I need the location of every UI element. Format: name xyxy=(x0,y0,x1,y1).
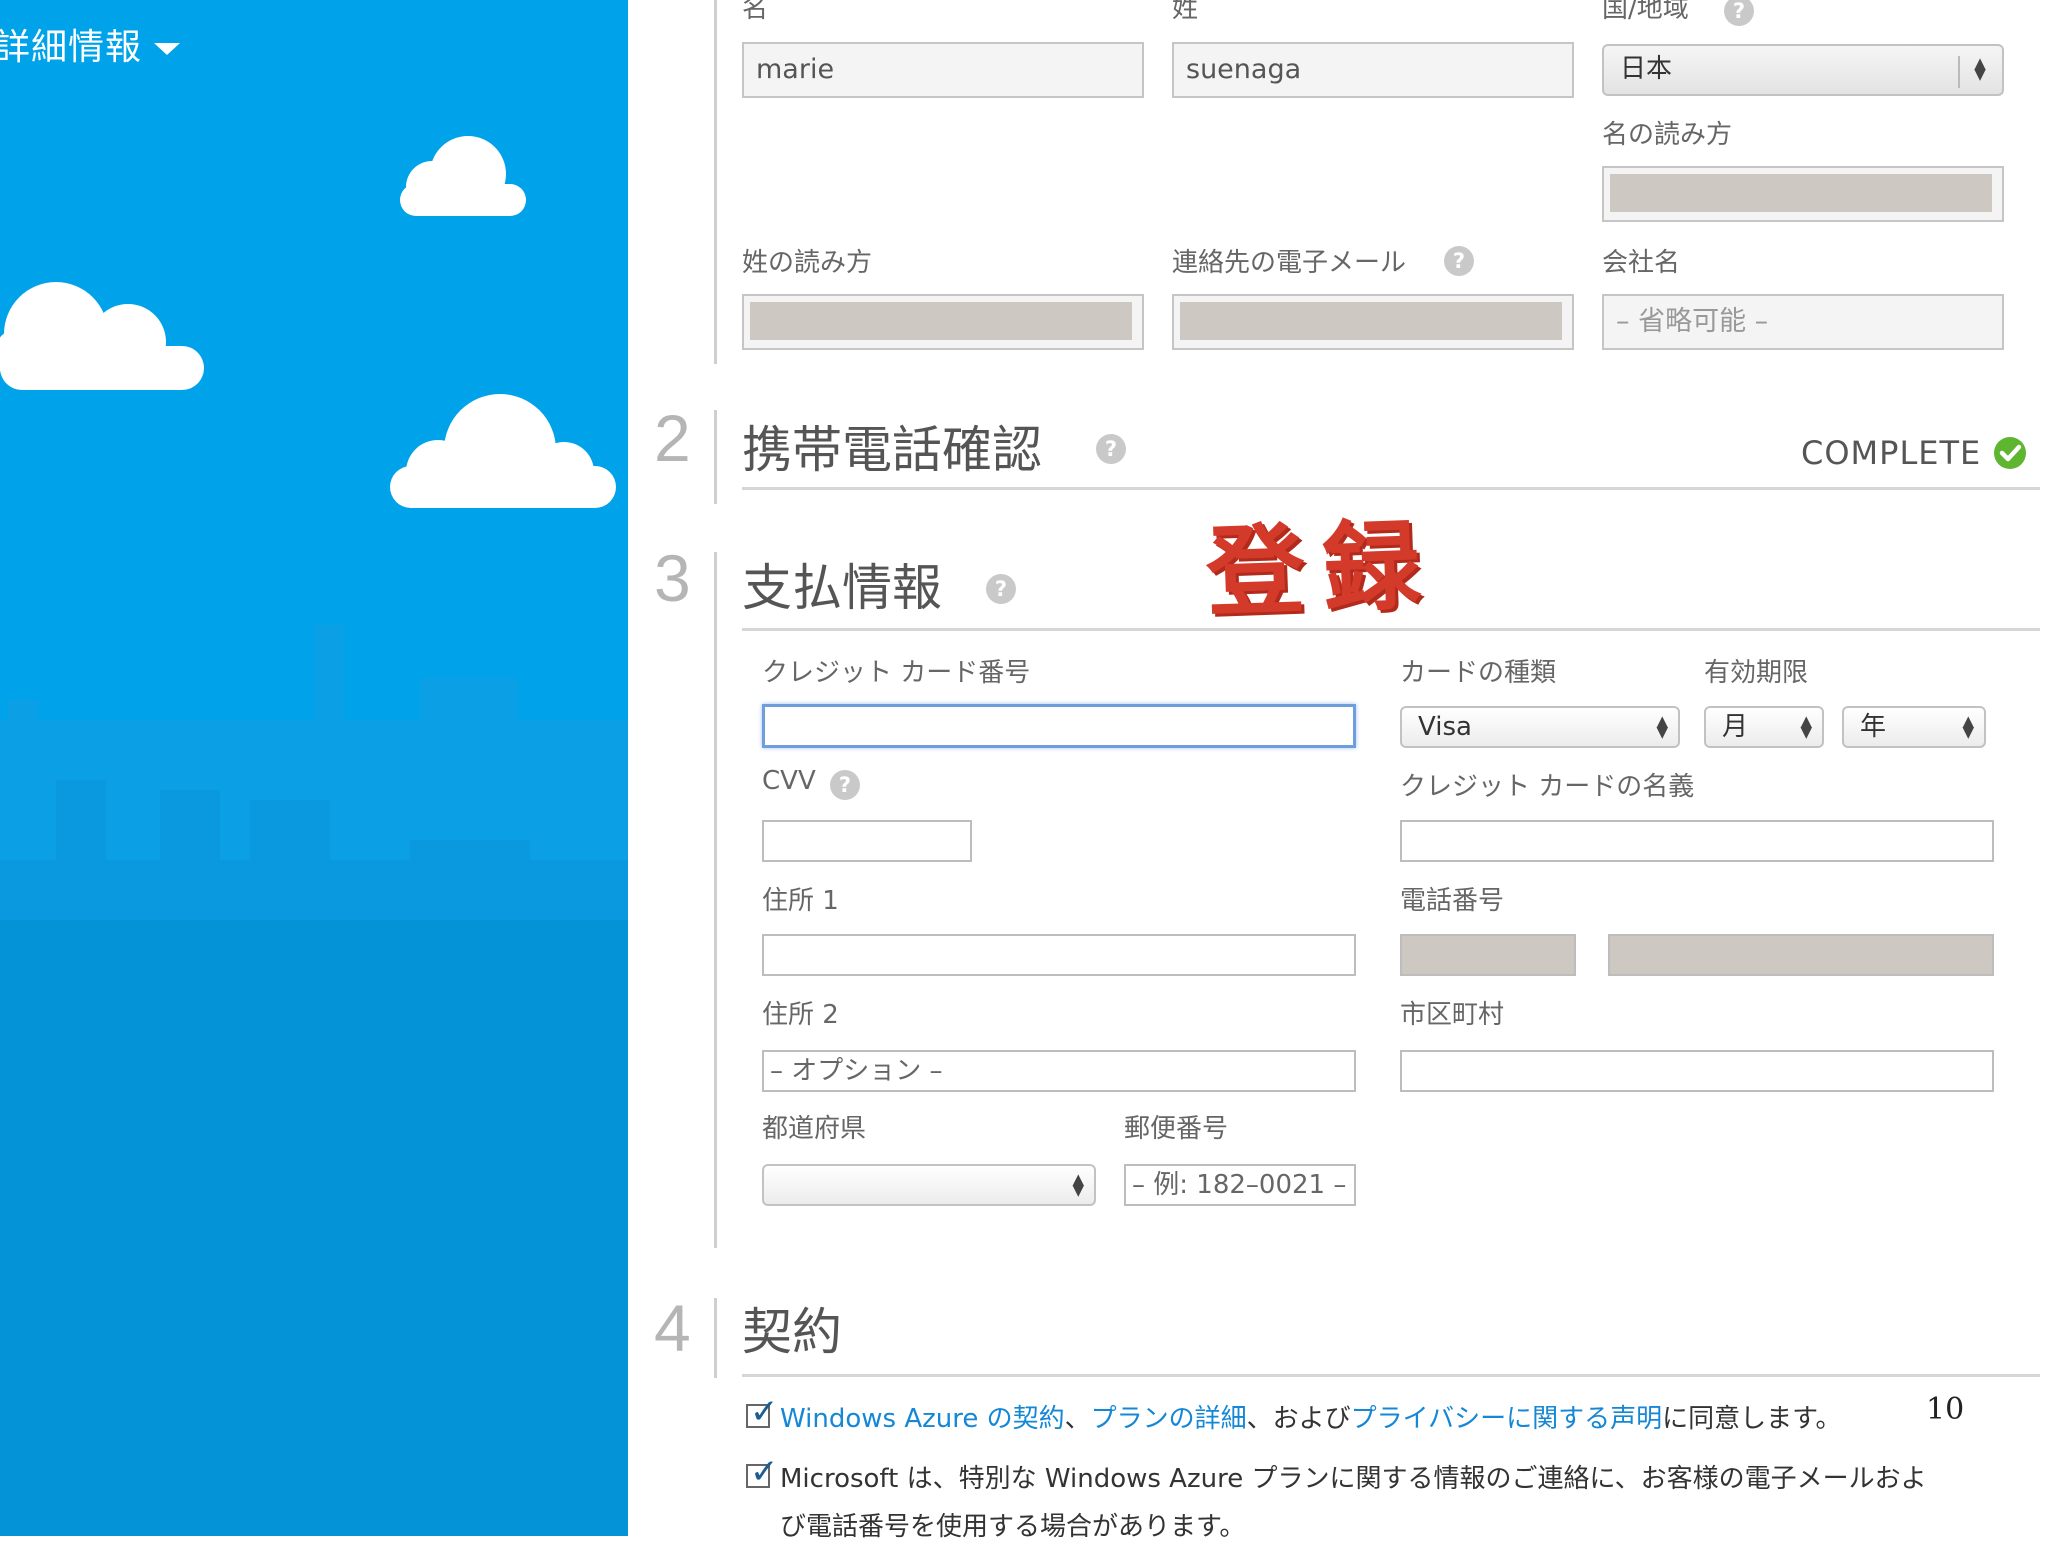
privacy-statement-link[interactable]: プライバシーに関する声明 xyxy=(1351,1404,1662,1434)
page-number: 10 xyxy=(1926,1392,1965,1427)
cloud-illustration xyxy=(0,282,204,390)
agree-terms-text: Windows Azure の契約、プランの詳細、およびプライバシーに関する声明… xyxy=(780,1398,1842,1435)
city-input[interactable] xyxy=(1400,1050,1994,1092)
first-name-label: 名 xyxy=(742,0,769,24)
prefecture-select[interactable]: ▲ ▼ xyxy=(762,1164,1096,1206)
step-divider-line xyxy=(714,1298,717,1378)
card-name-input[interactable] xyxy=(1400,820,1994,862)
address2-input[interactable]: – オプション – xyxy=(762,1050,1356,1092)
redacted-value xyxy=(1610,174,1992,212)
complete-check-icon xyxy=(1994,437,2026,469)
prefecture-label: 都道府県 xyxy=(762,1114,867,1144)
phone-verification-title: 携帯電話確認 xyxy=(742,421,1042,479)
step-divider-line xyxy=(714,0,717,364)
azure-agreement-link[interactable]: Windows Azure の契約 xyxy=(780,1404,1065,1434)
country-select-value: 日本 xyxy=(1620,54,1673,84)
marketing-consent-text-line2: び電話番号を使用する場合があります。 xyxy=(780,1512,1246,1542)
first-name-field[interactable]: marie xyxy=(742,42,1144,98)
expiry-year-value: 年 xyxy=(1860,712,1887,742)
card-type-value: Visa xyxy=(1418,712,1472,742)
payment-info-title: 支払情報 xyxy=(742,559,942,617)
expiry-year-select[interactable]: 年 ▲ ▼ xyxy=(1842,706,1986,748)
address1-input[interactable] xyxy=(762,934,1356,976)
marketing-consent-text-line1: Microsoft は、特別な Windows Azure プランに関する情報の… xyxy=(780,1464,1927,1494)
checkmark-icon: ✓ xyxy=(750,1392,779,1432)
separator-text: 、 xyxy=(1064,1404,1091,1434)
country-label: 国/地域 xyxy=(1602,0,1689,24)
select-arrows-icon: ▲ ▼ xyxy=(1656,712,1668,741)
country-help-icon[interactable]: ? xyxy=(1724,0,1754,26)
card-number-input[interactable] xyxy=(762,704,1356,748)
cvv-label: CVV xyxy=(762,766,816,796)
marketing-consent-checkbox[interactable]: ✓ xyxy=(746,1452,779,1492)
last-name-label: 姓 xyxy=(1172,0,1199,24)
cvv-help-icon[interactable]: ? xyxy=(830,770,860,800)
step-number: 4 xyxy=(654,1291,691,1365)
select-arrows-icon: ▲ ▼ xyxy=(1072,1170,1084,1199)
city-skyline-illustration xyxy=(0,625,628,1536)
payment-info-help-icon[interactable]: ? xyxy=(986,574,1016,604)
expiry-month-select[interactable]: 月 ▲ ▼ xyxy=(1704,706,1824,748)
company-field[interactable]: – 省略可能 – xyxy=(1602,294,2004,350)
phone-verification-help-icon[interactable]: ? xyxy=(1096,434,1126,464)
last-reading-label: 姓の読み方 xyxy=(742,248,873,278)
phone-label: 電話番号 xyxy=(1400,886,1505,916)
card-type-select[interactable]: Visa ▲ ▼ xyxy=(1400,706,1680,748)
agree-tail-text: に同意します。 xyxy=(1662,1404,1842,1434)
address1-label: 住所 1 xyxy=(762,886,839,916)
separator-text: 、および xyxy=(1246,1404,1351,1434)
checkmark-icon: ✓ xyxy=(750,1452,779,1492)
plan-details-link[interactable]: プランの詳細 xyxy=(1091,1404,1247,1434)
sidebar-sky-panel: 詳細情報 xyxy=(0,0,628,1536)
country-select[interactable]: 日本 ▲ ▼ xyxy=(1602,44,2004,96)
complete-status: COMPLETE xyxy=(1801,434,1982,472)
first-reading-label: 名の読み方 xyxy=(1602,120,1733,150)
company-label: 会社名 xyxy=(1602,248,1681,278)
redacted-value xyxy=(750,302,1132,340)
cvv-input[interactable] xyxy=(762,820,972,862)
select-arrows-icon: ▲ ▼ xyxy=(1800,712,1812,741)
address2-label: 住所 2 xyxy=(762,1000,839,1030)
agree-terms-checkbox[interactable]: ✓ xyxy=(746,1392,779,1432)
email-label: 連絡先の電子メール xyxy=(1172,248,1407,278)
city-label: 市区町村 xyxy=(1400,1000,1505,1030)
signup-form: 名 姓 国/地域 ? marie suenaga 日本 ▲ ▼ 名の読み方 姓の読… xyxy=(628,0,2048,1542)
agreement-title: 契約 xyxy=(742,1303,842,1361)
select-arrows-icon: ▲ ▼ xyxy=(1958,56,2000,88)
section-divider xyxy=(742,1374,2040,1377)
card-name-label: クレジット カードの名義 xyxy=(1400,772,1695,802)
last-name-field[interactable]: suenaga xyxy=(1172,42,1574,98)
step-divider-line xyxy=(714,410,717,504)
cloud-illustration xyxy=(400,136,526,216)
card-number-label: クレジット カード番号 xyxy=(762,658,1031,688)
expiry-month-value: 月 xyxy=(1722,712,1749,742)
step-number: 3 xyxy=(654,541,691,615)
select-arrows-icon: ▲ ▼ xyxy=(1962,712,1974,741)
redacted-value xyxy=(1402,936,1574,974)
redacted-value xyxy=(1610,936,1992,974)
postal-code-input[interactable]: – 例: 182–0021 – xyxy=(1124,1164,1356,1206)
postal-code-label: 郵便番号 xyxy=(1124,1114,1229,1144)
step-divider-line xyxy=(714,552,717,1248)
register-stamp: 登録 xyxy=(1204,508,1441,632)
cloud-illustration xyxy=(390,394,616,508)
expiry-label: 有効期限 xyxy=(1704,658,1809,688)
redacted-value xyxy=(1180,302,1562,340)
email-help-icon[interactable]: ? xyxy=(1444,246,1474,276)
step-number: 2 xyxy=(654,401,691,475)
card-type-label: カードの種類 xyxy=(1400,658,1557,688)
